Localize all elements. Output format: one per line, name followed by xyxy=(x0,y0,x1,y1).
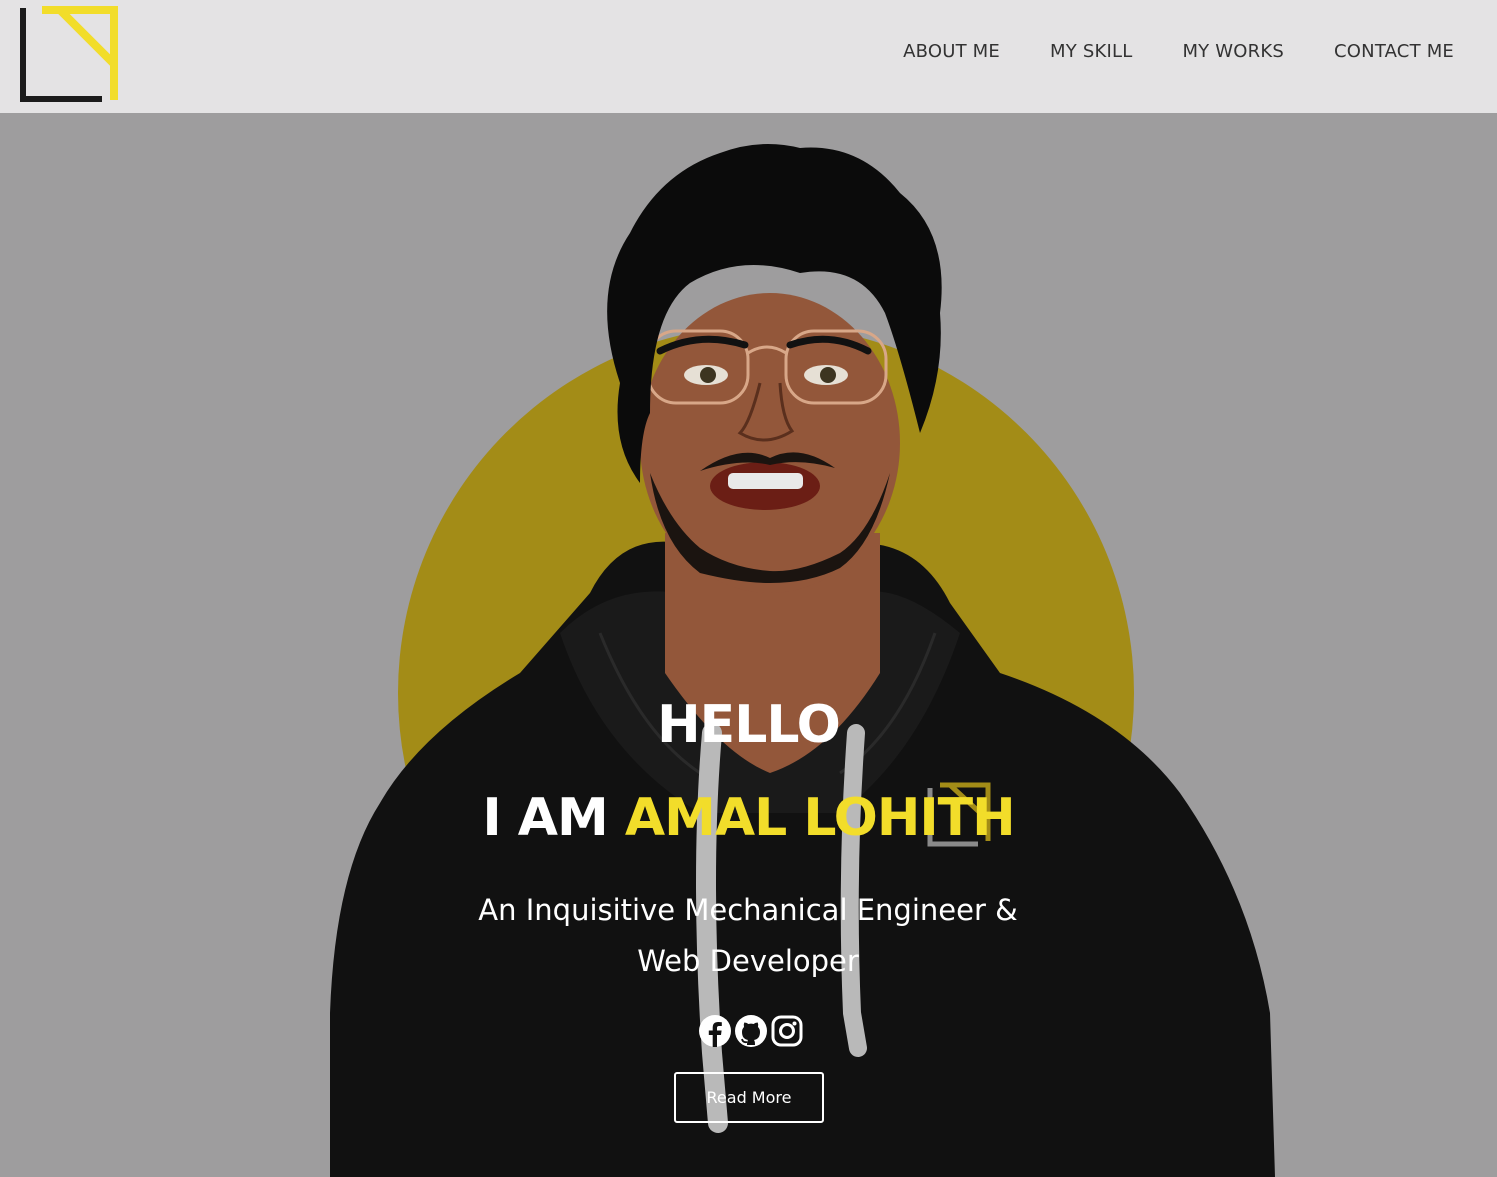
nav-link-my-skill[interactable]: MY SKILL xyxy=(1050,41,1132,62)
instagram-icon[interactable] xyxy=(770,1014,804,1048)
nav-link-my-works[interactable]: MY WORKS xyxy=(1182,41,1284,62)
hero-greeting: HELLO xyxy=(657,695,841,755)
nav-link-about-me[interactable]: ABOUT ME xyxy=(903,41,1000,62)
hero-subtitle-line2: Web Developer xyxy=(637,944,859,978)
top-navbar: ABOUT ME MY SKILL MY WORKS CONTACT ME xyxy=(0,0,1497,113)
nav-link-contact-me[interactable]: CONTACT ME xyxy=(1334,41,1454,62)
social-links xyxy=(698,1014,804,1048)
github-icon[interactable] xyxy=(734,1014,768,1048)
read-more-button[interactable]: Read More xyxy=(674,1072,824,1123)
hero-section: HELLO I AM AMAL LOHITH An Inquisitive Me… xyxy=(0,113,1497,1177)
hero-subtitle-line1: An Inquisitive Mechanical Engineer & xyxy=(478,893,1018,927)
facebook-icon[interactable] xyxy=(698,1014,732,1048)
hero-text: HELLO I AM AMAL LOHITH An Inquisitive Me… xyxy=(0,113,1497,1177)
site-logo[interactable] xyxy=(20,6,118,102)
hero-subtitle: An Inquisitive Mechanical Engineer & Web… xyxy=(448,885,1048,987)
hero-intro: I AM AMAL LOHITH xyxy=(0,788,1497,848)
hero-intro-prefix: I AM xyxy=(482,788,625,848)
nav-menu: ABOUT ME MY SKILL MY WORKS CONTACT ME xyxy=(903,41,1454,62)
hero-name: AMAL LOHITH xyxy=(624,788,1016,848)
